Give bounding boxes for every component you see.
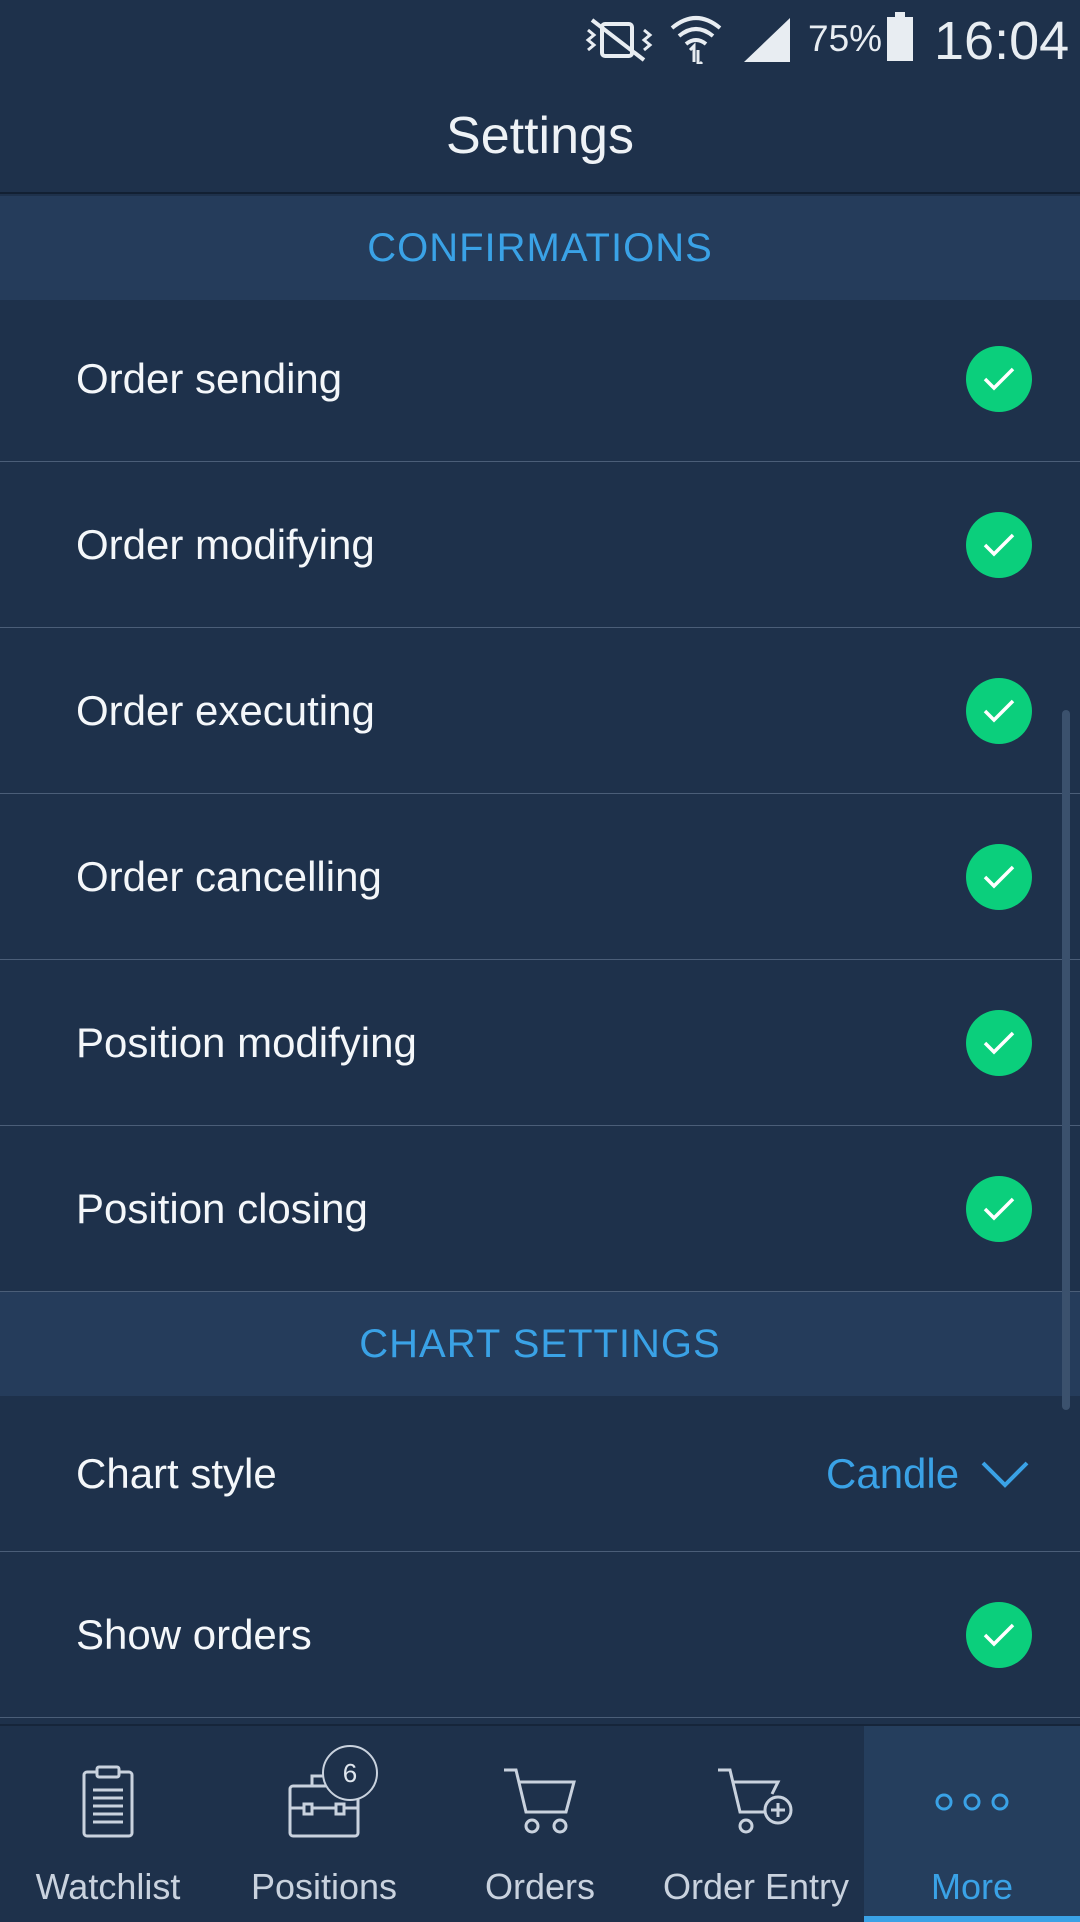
setting-row-order-executing[interactable]: Order executing <box>0 628 1080 794</box>
setting-row-order-cancelling[interactable]: Order cancelling <box>0 794 1080 960</box>
nav-item-order-entry[interactable]: Order Entry <box>648 1726 864 1922</box>
status-bar: 75% 16:04 <box>0 0 1080 80</box>
nav-label: Orders <box>484 1866 596 1907</box>
wifi-icon <box>670 16 722 64</box>
signal-icon <box>744 18 790 62</box>
setting-label: Position modifying <box>76 1018 417 1066</box>
nav-item-positions[interactable]: Positions <box>216 1726 432 1922</box>
setting-label: Order executing <box>76 686 375 734</box>
clipboard-icon <box>82 1765 134 1838</box>
cart-icon <box>504 1768 576 1834</box>
vibrate-off-icon <box>585 18 653 62</box>
setting-label: Show orders <box>76 1610 312 1658</box>
check-icon[interactable] <box>966 1601 1032 1668</box>
check-icon[interactable] <box>966 345 1032 412</box>
check-icon[interactable] <box>966 1175 1032 1242</box>
nav-label: Order Entry <box>662 1866 850 1907</box>
section-header-chart-settings: CHART SETTINGS <box>0 1292 1080 1396</box>
setting-row-show-orders[interactable]: Show orders <box>0 1552 1080 1718</box>
setting-row-chart-style[interactable]: Chart style Candle <box>0 1396 1080 1552</box>
setting-label: Order modifying <box>76 520 375 568</box>
page-title: Settings <box>446 107 634 165</box>
chart-style-value[interactable]: Candle <box>826 1450 959 1498</box>
check-icon[interactable] <box>966 1009 1032 1076</box>
clock: 16:04 <box>934 11 1070 71</box>
setting-row-order-sending[interactable]: Order sending <box>0 296 1080 462</box>
nav-label: Watchlist <box>35 1866 181 1907</box>
section-header-confirmations: CONFIRMATIONS <box>0 196 1080 300</box>
check-icon[interactable] <box>966 843 1032 910</box>
positions-count-badge: 6 <box>322 1745 378 1801</box>
battery-percent: 75% <box>808 18 883 59</box>
more-dots-icon <box>935 1793 1009 1811</box>
nav-label: More <box>930 1866 1014 1907</box>
setting-row-position-closing[interactable]: Position closing <box>0 1126 1080 1292</box>
setting-label: Order cancelling <box>76 852 382 900</box>
chevron-down-icon[interactable] <box>980 1460 1030 1488</box>
check-icon[interactable] <box>966 511 1032 578</box>
nav-item-orders[interactable]: Orders <box>432 1726 648 1922</box>
scrollbar[interactable] <box>1062 710 1070 1410</box>
setting-row-order-modifying[interactable]: Order modifying <box>0 462 1080 628</box>
nav-item-more[interactable]: More <box>864 1726 1080 1922</box>
app-bar: Settings <box>0 80 1080 194</box>
check-icon[interactable] <box>966 677 1032 744</box>
active-indicator <box>864 1916 1080 1922</box>
setting-label: Position closing <box>76 1184 368 1232</box>
bottom-nav: Watchlist Positions Orders Order Entry M… <box>0 1724 1080 1922</box>
cart-add-icon <box>718 1768 793 1834</box>
setting-row-position-modifying[interactable]: Position modifying <box>0 960 1080 1126</box>
nav-label: Positions <box>250 1866 398 1907</box>
battery-icon <box>887 12 913 61</box>
nav-item-watchlist[interactable]: Watchlist <box>0 1726 216 1922</box>
setting-label: Order sending <box>76 354 343 402</box>
setting-label: Chart style <box>76 1449 277 1497</box>
